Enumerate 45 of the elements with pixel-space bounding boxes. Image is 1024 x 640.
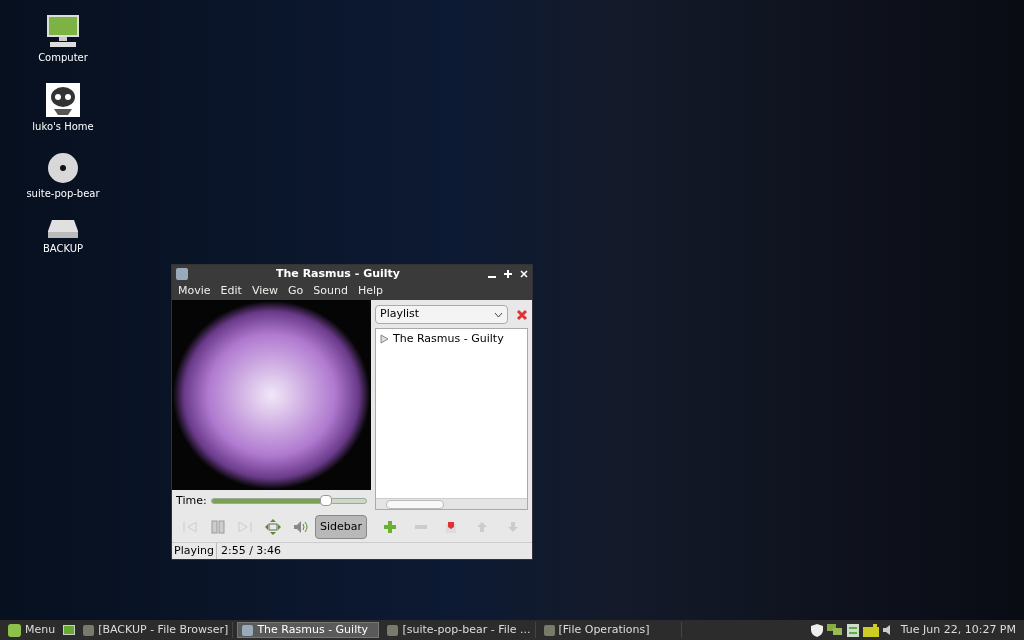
monitor-icon <box>45 14 81 48</box>
add-icon[interactable] <box>384 521 397 533</box>
time-slider[interactable] <box>210 498 367 504</box>
desktop-icon-label[interactable]: luko's Home <box>32 119 94 134</box>
slider-thumb[interactable] <box>319 495 332 506</box>
save-icon[interactable] <box>445 521 458 533</box>
menu-button[interactable]: Menu <box>4 621 60 639</box>
desktop-icon[interactable] <box>63 625 76 635</box>
desktop-icon-label[interactable]: Computer <box>38 50 88 65</box>
app-icon <box>176 268 188 280</box>
app-icon <box>387 624 399 636</box>
menu-item[interactable]: Edit <box>220 283 242 300</box>
playback-state: Playing <box>172 542 217 560</box>
horizontal-scrollbar[interactable] <box>376 498 527 509</box>
app-icon <box>543 624 555 636</box>
window-title: The Rasmus - Guilty <box>275 265 401 282</box>
desktop-icon-label[interactable]: suite-pop-bear <box>26 186 100 201</box>
leaf-logo-icon <box>8 623 21 637</box>
app-icon <box>83 624 95 636</box>
time-label: Time: <box>176 492 207 509</box>
playlist-item[interactable]: The Rasmus - Guilty <box>376 331 527 348</box>
shield-icon[interactable] <box>810 623 823 637</box>
menu-item[interactable]: Go <box>288 283 304 300</box>
taskbar-task[interactable]: [BACKUP - File Browser] <box>79 622 234 638</box>
maximize-icon[interactable] <box>504 269 512 279</box>
chevron-down-icon <box>494 311 503 318</box>
clipboard-icon[interactable] <box>846 623 859 637</box>
playback-time: 2:55 / 3:46 <box>219 542 283 559</box>
clock[interactable]: Tue Jun 22, 10:27 PM <box>896 621 1020 639</box>
menu-item[interactable]: Sound <box>313 283 348 300</box>
playlist-dropdown[interactable]: Playlist <box>375 305 508 324</box>
sidebar-toggle-button[interactable]: Sidebar <box>315 515 368 539</box>
taskbar-task[interactable]: [File Operations] <box>539 622 682 638</box>
volume-icon[interactable] <box>882 624 893 636</box>
taskbar-task[interactable]: The Rasmus - Guilty <box>237 622 380 638</box>
menu-item[interactable]: View <box>251 283 278 300</box>
app-icon <box>242 624 254 636</box>
disc-icon <box>47 152 79 184</box>
menu-item[interactable]: Help <box>357 283 383 300</box>
menu-item[interactable]: Movie <box>178 283 211 300</box>
play-icon <box>380 334 389 345</box>
drive-icon <box>47 219 79 239</box>
mascot-icon <box>46 83 80 117</box>
taskbar-task[interactable]: [suite-pop-bear - File ... <box>383 622 536 638</box>
desktop-icon-label[interactable]: BACKUP <box>42 241 84 256</box>
